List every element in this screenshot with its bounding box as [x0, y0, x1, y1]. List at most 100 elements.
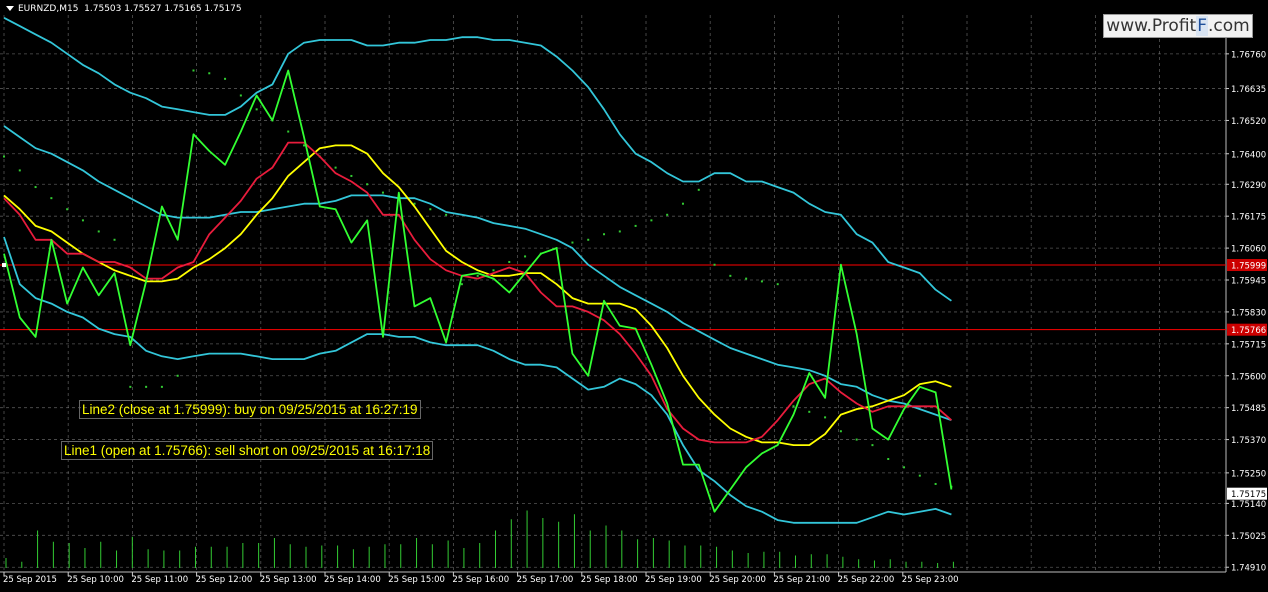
sar-dot	[713, 263, 716, 266]
sar-dot	[745, 277, 748, 280]
sar-dot	[129, 385, 132, 388]
y-tick-label: 1.74910	[1231, 564, 1266, 574]
sar-dot	[287, 130, 290, 133]
sar-dot	[634, 224, 637, 227]
sar-dot	[113, 238, 116, 241]
y-tick-label: 1.75370	[1231, 436, 1266, 446]
ohlc-values: 1.75503 1.75527 1.75165 1.75175	[84, 4, 242, 14]
x-tick-label: 25 Sep 15:00	[388, 575, 445, 585]
x-tick-label: 25 Sep 21:00	[773, 575, 830, 585]
sar-dot	[666, 213, 669, 216]
x-tick-label: 25 Sep 22:00	[838, 575, 895, 585]
sar-dot	[587, 238, 590, 241]
sar-dot	[381, 191, 384, 194]
price-marker-label: 1.75766	[1231, 326, 1266, 336]
y-tick-label: 1.76400	[1231, 150, 1266, 160]
chart-header: EURNZD,M15 1.75503 1.75527 1.75165 1.751…	[6, 4, 242, 14]
y-tick-label: 1.75715	[1231, 340, 1266, 350]
line1-annotation[interactable]: Line1 (open at 1.75766): sell short on 0…	[61, 441, 434, 460]
x-tick-label: 25 Sep 16:00	[452, 575, 509, 585]
watermark-highlight: F	[1196, 16, 1208, 36]
y-tick-label: 1.75485	[1231, 404, 1266, 414]
sar-dot	[729, 274, 732, 277]
sar-dot	[429, 208, 432, 211]
price-chart[interactable]: 1.76760 1.76635 1.76520 1.76400 1.76290 1.761…	[0, 0, 1268, 588]
x-tick-label: 25 Sep 12:00	[196, 575, 253, 585]
sar-dot	[366, 183, 369, 186]
sar-dot	[18, 169, 21, 172]
sar-dot	[934, 482, 937, 485]
sar-dot	[508, 260, 511, 263]
x-tick-label: 25 Sep 17:00	[517, 575, 574, 585]
sar-dot	[871, 444, 874, 447]
y-tick-label: 1.76635	[1231, 85, 1266, 95]
sar-dot	[808, 410, 811, 413]
sar-dot	[445, 213, 448, 216]
sar-dot	[839, 430, 842, 433]
x-tick-label: 25 Sep 20:00	[709, 575, 766, 585]
y-tick-label: 1.76175	[1231, 213, 1266, 223]
sar-dot	[492, 269, 495, 272]
price-marker-label: 1.75175	[1231, 490, 1266, 500]
sar-dot	[887, 458, 890, 460]
y-tick-label: 1.76760	[1231, 50, 1266, 60]
y-tick-label: 1.76060	[1231, 245, 1266, 255]
symbol-info: EURNZD,M15	[18, 4, 79, 14]
sar-dot	[792, 405, 795, 408]
line2-annotation[interactable]: Line2 (close at 1.75999): buy on 09/25/2…	[79, 400, 421, 419]
y-tick-label: 1.75025	[1231, 532, 1266, 542]
watermark-prefix: www.Profit	[1106, 16, 1197, 36]
sar-dot	[81, 219, 84, 222]
sar-dot	[524, 255, 527, 258]
y-tick-label: 1.75830	[1231, 308, 1266, 318]
sar-dot	[824, 416, 827, 419]
sar-dot	[476, 274, 479, 277]
sar-dot	[208, 72, 211, 75]
sar-dot	[97, 230, 100, 233]
sar-dot	[855, 438, 858, 441]
x-tick-label: 25 Sep 18:00	[581, 575, 638, 585]
sar-dot	[176, 374, 179, 377]
y-tick-label: 1.75250	[1231, 469, 1266, 479]
x-tick-label: 25 Sep 10:00	[67, 575, 124, 585]
x-tick-label: 25 Sep 13:00	[260, 575, 317, 585]
sar-dot	[903, 466, 906, 469]
watermark-suffix: .com	[1207, 16, 1250, 36]
price-marker-label: 1.75999	[1231, 262, 1266, 272]
x-tick-label: 25 Sep 11:00	[131, 575, 188, 585]
sar-dot	[697, 188, 700, 191]
sar-dot	[681, 202, 684, 205]
sar-dot	[50, 197, 53, 200]
y-tick-label: 1.76290	[1231, 181, 1266, 191]
sar-dot	[571, 241, 574, 244]
sar-dot	[3, 155, 5, 158]
sar-dot	[618, 230, 621, 233]
x-tick-label: 25 Sep 19:00	[645, 575, 702, 585]
chart-area[interactable]: 1.76760 1.76635 1.76520 1.76400 1.76290 1.761…	[0, 0, 1268, 588]
sar-dot	[603, 233, 606, 236]
y-tick-label: 1.75600	[1231, 372, 1266, 382]
x-tick-label: 25 Sep 14:00	[324, 575, 381, 585]
sar-dot	[66, 208, 69, 211]
dropdown-triangle-icon[interactable]	[6, 6, 14, 11]
sar-dot	[918, 474, 921, 477]
sar-dot	[34, 186, 37, 189]
sar-dot	[460, 283, 463, 286]
sar-dot	[650, 219, 653, 222]
watermark-logo: www.ProfitF.com	[1103, 14, 1253, 38]
sar-dot	[192, 69, 195, 72]
y-tick-label: 1.75140	[1231, 500, 1266, 510]
sar-dot	[334, 166, 337, 169]
sar-dot	[160, 385, 163, 388]
sar-dot	[145, 385, 148, 388]
line2-anchor-point	[2, 263, 6, 268]
sar-dot	[776, 283, 779, 286]
sar-dot	[350, 174, 353, 177]
y-tick-label: 1.75945	[1231, 277, 1266, 287]
x-tick-label: 25 Sep 23:00	[902, 575, 959, 585]
x-tick-label: 25 Sep 2015	[3, 575, 57, 585]
sar-dot	[239, 94, 242, 97]
sar-dot	[760, 280, 763, 283]
y-tick-label: 1.76520	[1231, 117, 1266, 127]
sar-dot	[255, 108, 258, 111]
